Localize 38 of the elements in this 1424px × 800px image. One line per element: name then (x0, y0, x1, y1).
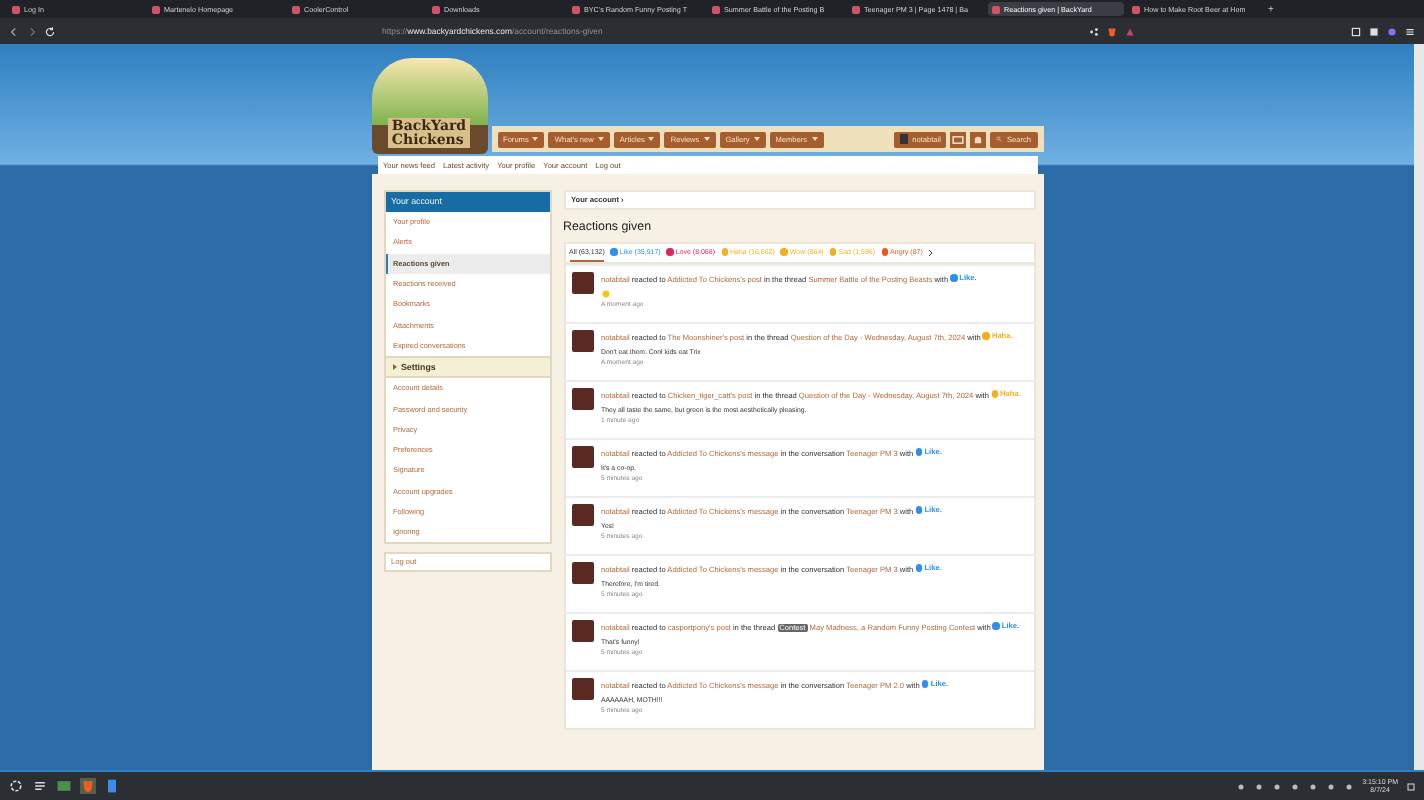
favicon-icon (992, 5, 1000, 13)
favicon-icon (152, 5, 160, 13)
caret-icon (597, 136, 604, 142)
window-list-icon[interactable] (32, 778, 48, 794)
envelope-icon[interactable] (950, 131, 967, 147)
menu-icon[interactable] (1404, 25, 1416, 37)
avatar-placeholder[interactable] (571, 446, 593, 468)
avatar-placeholder[interactable] (571, 388, 593, 410)
avatar-placeholder[interactable] (571, 620, 593, 642)
caret-icon (648, 136, 655, 142)
bell-icon[interactable] (970, 131, 987, 147)
document-icon[interactable] (104, 778, 120, 794)
search-icon (996, 136, 1003, 142)
scrollbar[interactable] (1414, 44, 1424, 770)
back-icon[interactable] (8, 25, 20, 37)
caret-icon (703, 136, 710, 142)
expand-arrow-icon (391, 364, 397, 371)
favicon-icon (712, 5, 720, 13)
caret-icon (811, 136, 818, 142)
launcher-icon[interactable] (8, 778, 24, 794)
avatar-placeholder[interactable] (571, 504, 593, 526)
avatar-placeholder (900, 134, 909, 144)
favicon-icon (292, 5, 300, 13)
favicon-icon (1132, 5, 1140, 13)
avatar-placeholder[interactable] (571, 330, 593, 352)
favicon-icon (12, 5, 20, 13)
reload-icon[interactable] (44, 25, 56, 37)
caret-icon (753, 136, 760, 142)
forward-icon[interactable] (26, 25, 38, 37)
share-icon[interactable] (1088, 25, 1100, 37)
avatar-placeholder[interactable] (571, 562, 593, 584)
favicon-icon (572, 5, 580, 13)
avatar-placeholder[interactable] (571, 272, 593, 294)
caret-icon (532, 136, 539, 142)
avatar-placeholder[interactable] (571, 678, 593, 700)
favicon-icon (852, 5, 860, 13)
favicon-icon (432, 5, 440, 13)
triangle-icon[interactable] (1124, 25, 1136, 37)
